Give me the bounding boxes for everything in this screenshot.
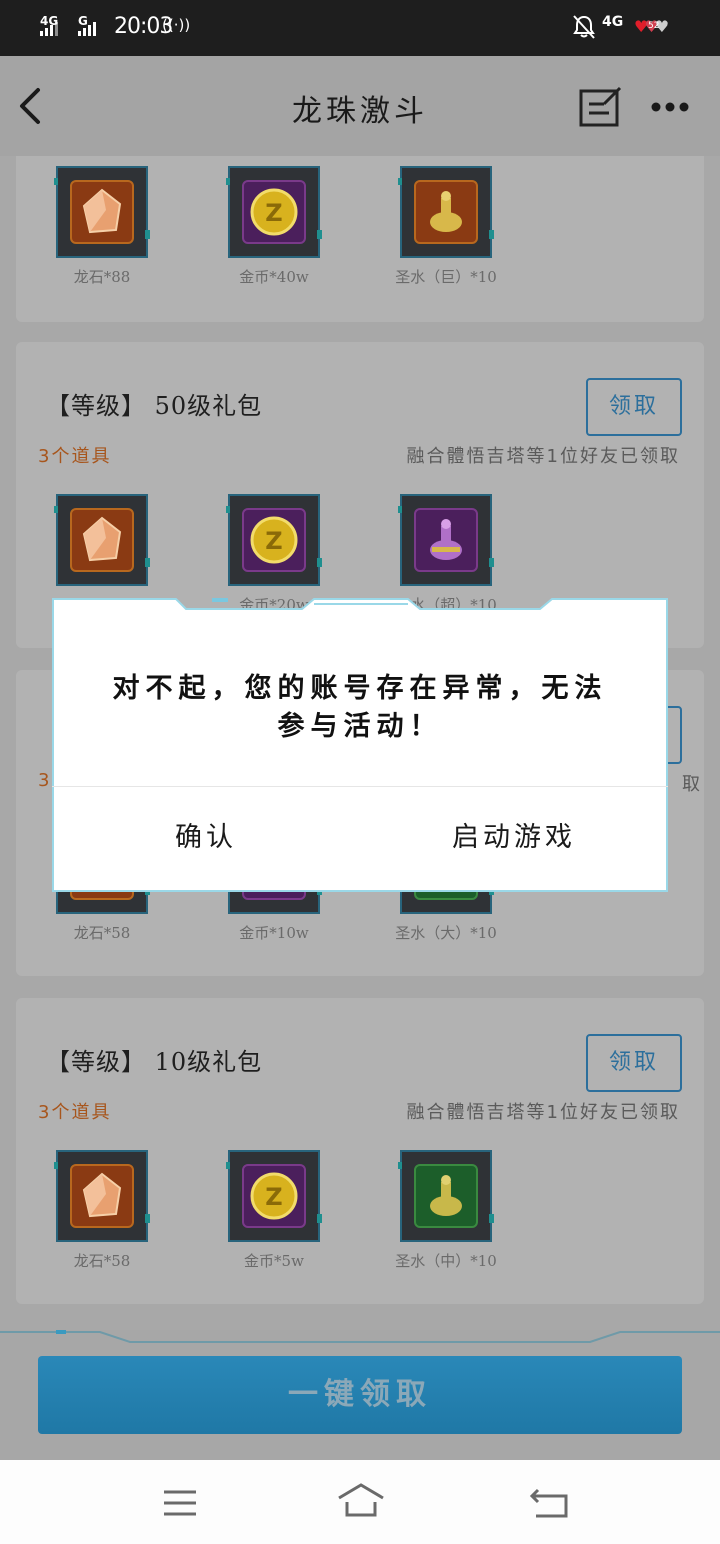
error-dialog: 对不起，您的账号存在异常，无法参与活动！ 确认 启动游戏 xyxy=(52,598,668,892)
bell-off-icon xyxy=(573,15,595,39)
gold-coin-icon: Z xyxy=(242,508,306,572)
package-card: 【等级】 10级礼包 领取 3个道具 融合體悟吉塔等1位好友已领取 龙石*58 … xyxy=(16,998,704,1304)
more-icon[interactable] xyxy=(650,100,690,114)
svg-text:Z: Z xyxy=(265,1183,282,1211)
friend-claimed-text: 融合體悟吉塔等1位好友已领取 xyxy=(406,1102,680,1123)
claim-button[interactable]: 领取 xyxy=(586,378,682,436)
item-label: 金币*5w xyxy=(244,1252,304,1270)
item-label: 金币*40w xyxy=(239,268,309,286)
friend-claimed-text: 取 xyxy=(682,774,702,795)
package-title: 【等级】 10级礼包 xyxy=(46,1048,263,1076)
item-label: 圣水（大）*10 xyxy=(395,924,497,942)
item-count: 3个道具 xyxy=(38,446,112,467)
system-navigation-bar xyxy=(0,1460,720,1544)
one-key-claim-button[interactable]: 一键领取 xyxy=(38,1356,682,1434)
item-label: 龙石*58 xyxy=(73,1252,131,1270)
item-slot[interactable] xyxy=(398,1150,494,1242)
item-slot[interactable] xyxy=(54,166,150,258)
signal-icon xyxy=(40,22,58,36)
dialog-message: 对不起，您的账号存在异常，无法参与活动！ xyxy=(112,673,608,742)
hotspot-icon: ((·)) xyxy=(162,16,191,34)
battery-level: 52 xyxy=(648,21,660,31)
confirm-button[interactable]: 确认 xyxy=(52,788,360,888)
item-count: 3 xyxy=(38,770,52,791)
item-label: 金币*10w xyxy=(239,924,309,942)
package-card: 龙石*88 Z 金币*40w 圣水（巨）*10 xyxy=(16,156,704,322)
menu-icon[interactable] xyxy=(162,1488,198,1518)
svg-text:Z: Z xyxy=(265,527,282,555)
decorative-border xyxy=(0,1330,720,1343)
svg-text:Z: Z xyxy=(265,199,282,227)
item-slot[interactable]: Z xyxy=(226,166,322,258)
item-slot[interactable] xyxy=(398,494,494,586)
friend-claimed-text: 融合體悟吉塔等1位好友已领取 xyxy=(406,446,680,467)
item-label: 圣水（巨）*10 xyxy=(395,268,497,286)
package-title: 【等级】 50级礼包 xyxy=(46,392,263,420)
item-slot[interactable] xyxy=(54,494,150,586)
gold-coin-icon: Z xyxy=(242,1164,306,1228)
launch-game-button[interactable]: 启动游戏 xyxy=(360,788,668,888)
holy-water-super-icon xyxy=(414,508,478,572)
return-icon[interactable] xyxy=(528,1486,570,1520)
edit-icon[interactable] xyxy=(578,86,622,128)
holy-water-huge-icon xyxy=(414,180,478,244)
bottom-action-bar: 一键领取 xyxy=(0,1330,720,1460)
network-label: 4G xyxy=(602,14,624,30)
item-slot[interactable] xyxy=(54,1150,150,1242)
item-slot[interactable]: Z xyxy=(226,1150,322,1242)
dragon-stone-icon xyxy=(70,1164,134,1228)
nav-bar: 龙珠激斗 xyxy=(0,56,720,156)
item-label: 龙石*88 xyxy=(73,268,131,286)
status-bar: 4G G 20:03 ((·)) 4G ♥♥♥ 52 xyxy=(0,0,720,56)
gold-coin-icon: Z xyxy=(242,180,306,244)
item-label: 圣水（中）*10 xyxy=(395,1252,497,1270)
home-icon[interactable] xyxy=(336,1482,386,1518)
item-label: 龙石*58 xyxy=(73,924,131,942)
item-slot[interactable]: Z xyxy=(226,494,322,586)
dialog-divider xyxy=(52,786,668,787)
holy-water-medium-icon xyxy=(414,1164,478,1228)
item-slot[interactable] xyxy=(398,166,494,258)
dragon-stone-icon xyxy=(70,180,134,244)
signal-icon-2 xyxy=(78,22,96,36)
dragon-stone-icon xyxy=(70,508,134,572)
claim-button[interactable]: 领取 xyxy=(586,1034,682,1092)
item-count: 3个道具 xyxy=(38,1102,112,1123)
